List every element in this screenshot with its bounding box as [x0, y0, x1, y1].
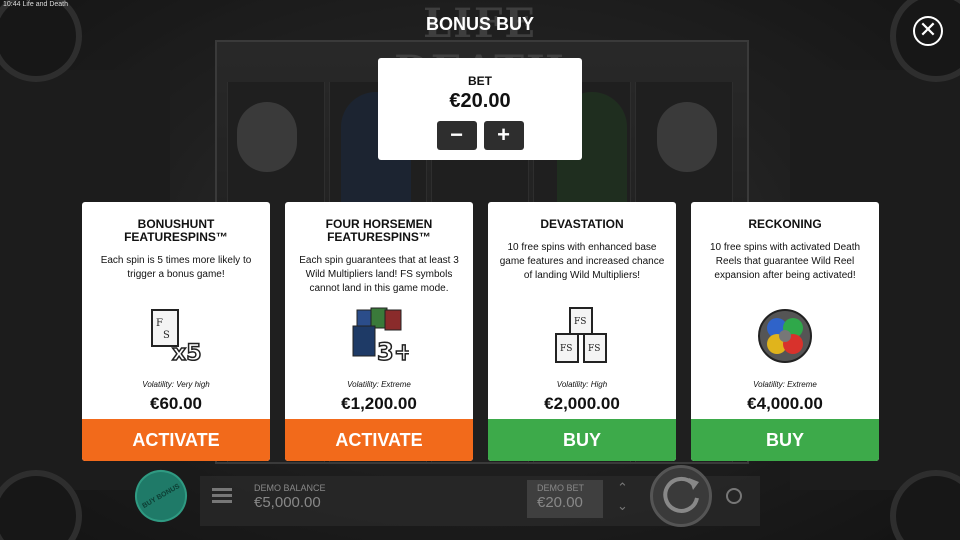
bonus-card-devastation: DEVASTATION 10 free spins with enhanced …	[488, 202, 676, 461]
stained-glass-icon	[758, 309, 812, 363]
svg-text:FS: FS	[574, 317, 586, 327]
svg-text:S: S	[163, 330, 170, 341]
card-price: €60.00	[150, 394, 202, 413]
balance-value: €5,000.00	[254, 494, 321, 511]
buy-button[interactable]: BUY	[691, 419, 879, 461]
chevron-up-icon[interactable]: ⌃	[617, 480, 628, 496]
svg-text:FS: FS	[560, 344, 572, 354]
decrease-bet-button[interactable]: −	[436, 121, 477, 150]
card-title: RECKONING	[748, 217, 822, 231]
fs-x5-icon: F S x5	[151, 309, 202, 366]
wild-3plus-icon: 3+	[352, 307, 409, 366]
card-price: €4,000.00	[747, 394, 823, 413]
increase-bet-button[interactable]: +	[483, 121, 524, 150]
card-description: Each spin is 5 times more likely to trig…	[100, 255, 252, 280]
card-volatility: Volatility: High	[556, 380, 608, 389]
balance-label: DEMO BALANCE	[254, 483, 326, 493]
status-time: 10:44	[3, 1, 21, 8]
buy-button[interactable]: BUY	[488, 419, 676, 461]
bonus-card-bonushunt: BONUSHUNT FEATURESPINS™ Each spin is 5 t…	[82, 202, 270, 461]
close-button[interactable]: ✕	[913, 16, 943, 46]
card-volatility: Volatility: Extreme	[347, 380, 411, 389]
activate-button[interactable]: ACTIVATE	[285, 419, 473, 461]
svg-text:x5: x5	[172, 341, 202, 366]
bonus-card-reckoning: RECKONING 10 free spins with activated D…	[691, 202, 879, 461]
bet-label: BET	[468, 74, 492, 88]
modal-title: BONUS BUY	[425, 14, 534, 34]
chevron-down-icon[interactable]: ⌄	[617, 498, 628, 514]
bet-value: €20.00	[449, 90, 511, 112]
card-volatility: Volatility: Very high	[142, 380, 210, 389]
autoplay-icon[interactable]	[726, 488, 742, 504]
close-icon: ✕	[918, 17, 938, 42]
refresh-icon	[663, 476, 699, 513]
svg-text:3+: 3+	[377, 338, 409, 366]
bet-display-label: DEMO BET	[537, 483, 585, 493]
fs-stack-icon: FS FS FS	[555, 307, 607, 363]
svg-text:FS: FS	[588, 344, 600, 354]
card-description: 10 free spins with activated Death Reels…	[709, 242, 861, 281]
bonus-card-four-horsemen: FOUR HORSEMEN FEATURESPINS™ Each spin gu…	[285, 202, 473, 461]
bet-panel: BET €20.00 − +	[378, 58, 582, 160]
card-description: 10 free spins with enhanced base game fe…	[499, 242, 665, 281]
activate-button[interactable]: ACTIVATE	[82, 419, 270, 461]
status-bar: 10:44 Life and Death	[3, 1, 68, 8]
card-volatility: Volatility: Extreme	[753, 380, 817, 389]
card-price: €1,200.00	[341, 394, 417, 413]
menu-icon[interactable]	[212, 488, 232, 504]
card-price: €2,000.00	[544, 394, 620, 413]
card-title: DEVASTATION	[540, 217, 624, 231]
card-title: FOUR HORSEMEN FEATURESPINS™	[325, 217, 433, 244]
svg-text:F: F	[156, 318, 163, 329]
spin-button[interactable]	[650, 465, 712, 527]
bet-display-value: €20.00	[537, 494, 583, 511]
card-title: BONUSHUNT FEATURESPINS™	[124, 217, 228, 244]
card-description: Each spin guarantees that at least 3 Wil…	[299, 255, 459, 294]
status-app: Life and Death	[22, 1, 69, 8]
